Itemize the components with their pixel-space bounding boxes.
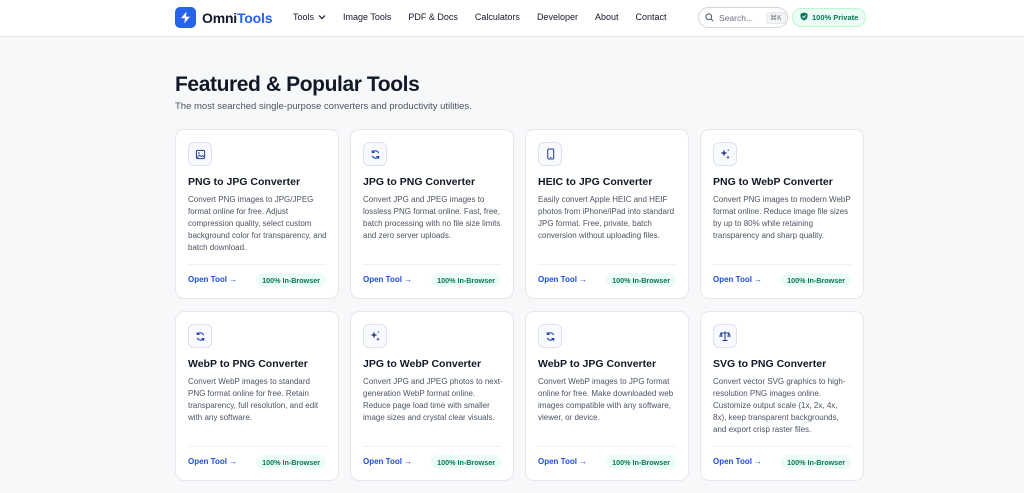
tool-card-png-to-webp[interactable]: PNG to WebP Converter Convert PNG images… [700, 129, 864, 299]
open-tool-link[interactable]: Open Tool → [363, 275, 412, 284]
search-shortcut: ⌘K [766, 11, 786, 24]
tool-card-svg-to-png[interactable]: SVG to PNG Converter Convert vector SVG … [700, 311, 864, 481]
search-icon [705, 9, 714, 27]
in-browser-badge: 100% In-Browser [606, 455, 676, 469]
in-browser-badge: 100% In-Browser [256, 273, 326, 287]
in-browser-badge: 100% In-Browser [781, 273, 851, 287]
open-tool-link[interactable]: Open Tool → [188, 457, 237, 466]
in-browser-badge: 100% In-Browser [606, 273, 676, 287]
in-browser-badge: 100% In-Browser [256, 455, 326, 469]
logo-text: OmniTools [202, 9, 273, 26]
scale-icon [713, 324, 737, 348]
card-title: PNG to JPG Converter [188, 176, 301, 188]
tool-card-webp-to-png[interactable]: WebP to PNG Converter Convert WebP image… [175, 311, 339, 481]
tool-card-jpg-to-webp[interactable]: JPG to WebP Converter Convert JPG and JP… [350, 311, 514, 481]
tool-card-jpg-to-png[interactable]: JPG to PNG Converter Convert JPG and JPE… [350, 129, 514, 299]
card-title: JPG to WebP Converter [363, 358, 482, 370]
smartphone-icon [538, 142, 562, 166]
card-divider [713, 446, 851, 447]
card-title: WebP to PNG Converter [188, 358, 308, 370]
main-nav: Tools Image Tools PDF & Docs Calculators… [293, 12, 667, 22]
open-tool-link[interactable]: Open Tool → [538, 275, 587, 284]
card-title: SVG to PNG Converter [713, 358, 827, 370]
tool-card-webp-to-jpg[interactable]: WebP to JPG Converter Convert WebP image… [525, 311, 689, 481]
image-icon [188, 142, 212, 166]
card-title: PNG to WebP Converter [713, 176, 833, 188]
in-browser-badge: 100% In-Browser [431, 455, 501, 469]
open-tool-link[interactable]: Open Tool → [188, 275, 237, 284]
section-subtitle: The most searched single-purpose convert… [175, 101, 472, 112]
logo[interactable]: OmniTools [175, 7, 272, 28]
private-badge: 100% Private [792, 8, 867, 27]
card-divider [538, 264, 676, 265]
card-divider [363, 446, 501, 447]
nav-tools[interactable]: Tools [293, 12, 326, 22]
open-tool-link[interactable]: Open Tool → [538, 457, 587, 466]
lightning-icon [175, 7, 196, 28]
card-divider [713, 264, 851, 265]
card-description: Convert JPG and JPEG photos to next-gene… [363, 377, 503, 422]
card-description: Convert JPG and JPEG images to lossless … [363, 195, 501, 240]
in-browser-badge: 100% In-Browser [781, 455, 851, 469]
search-input[interactable] [719, 12, 761, 23]
section-title: Featured & Popular Tools [175, 73, 420, 96]
nav-about[interactable]: About [595, 12, 619, 22]
nav-pdf-docs[interactable]: PDF & Docs [408, 12, 458, 22]
sparkles-icon [363, 324, 387, 348]
card-title: HEIC to JPG Converter [538, 176, 653, 188]
nav-image-tools[interactable]: Image Tools [343, 12, 391, 22]
card-description: Easily convert Apple HEIC and HEIF photo… [538, 195, 675, 240]
tools-grid: PNG to JPG Converter Convert PNG images … [175, 129, 864, 481]
shield-check-icon [800, 12, 808, 23]
card-divider [363, 264, 501, 265]
site-header: OmniTools Tools Image Tools PDF & Docs C… [0, 0, 1024, 37]
search-box[interactable]: ⌘K [698, 7, 788, 28]
nav-calculators[interactable]: Calculators [475, 12, 520, 22]
open-tool-link[interactable]: Open Tool → [363, 457, 412, 466]
tool-card-png-to-jpg[interactable]: PNG to JPG Converter Convert PNG images … [175, 129, 339, 299]
card-title: WebP to JPG Converter [538, 358, 657, 370]
card-description: Convert WebP images to standard PNG form… [188, 377, 319, 422]
card-description: Convert PNG images to JPG/JPEG format on… [188, 195, 327, 252]
refresh-icon [538, 324, 562, 348]
nav-contact[interactable]: Contact [636, 12, 667, 22]
open-tool-link[interactable]: Open Tool → [713, 457, 762, 466]
tool-card-heic-to-jpg[interactable]: HEIC to JPG Converter Easily convert App… [525, 129, 689, 299]
sparkles-icon [713, 142, 737, 166]
card-description: Convert WebP images to JPG format online… [538, 377, 674, 422]
nav-developer[interactable]: Developer [537, 12, 578, 22]
card-divider [188, 264, 326, 265]
in-browser-badge: 100% In-Browser [431, 273, 501, 287]
open-tool-link[interactable]: Open Tool → [713, 275, 762, 284]
card-title: JPG to PNG Converter [363, 176, 476, 188]
chevron-down-icon [318, 12, 326, 22]
refresh-icon [188, 324, 212, 348]
card-description: Convert vector SVG graphics to high-reso… [713, 377, 846, 434]
card-description: Convert PNG images to modern WebP format… [713, 195, 851, 240]
refresh-icon [363, 142, 387, 166]
card-divider [188, 446, 326, 447]
card-divider [538, 446, 676, 447]
